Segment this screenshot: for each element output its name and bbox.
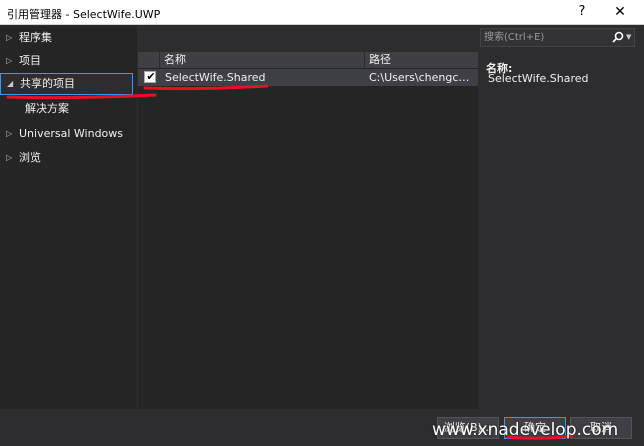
reference-manager-window: 引用管理器 - SelectWife.UWP ? ✕ ▷ 程序集 ▷ 项目 ◢ …	[0, 0, 644, 446]
annotation-underlines	[6, 84, 574, 440]
annotation-underline-row	[143, 84, 269, 91]
watermark-text: www.xnadevelop.com	[432, 420, 619, 440]
annotation-underline-nav	[6, 93, 157, 100]
